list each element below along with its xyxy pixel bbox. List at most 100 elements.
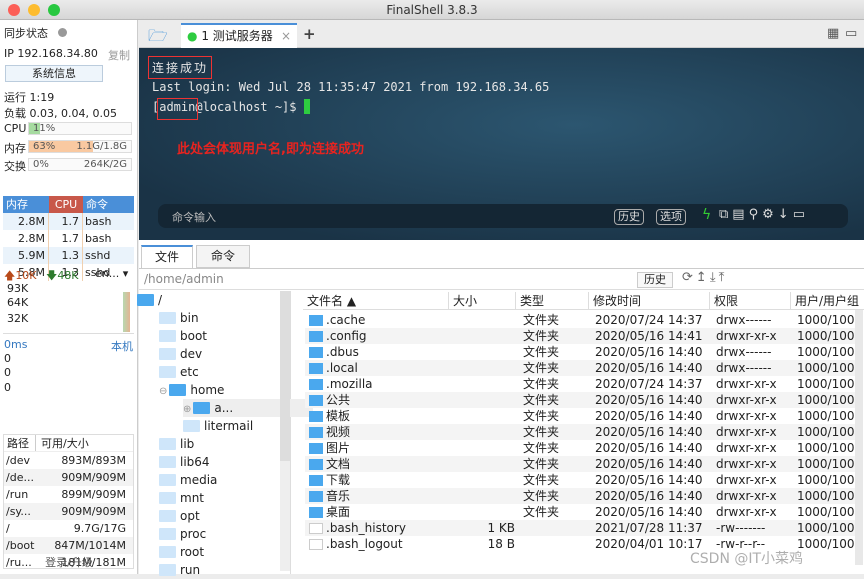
disk-row[interactable]: /sy... 909M/909M [4, 503, 133, 520]
disk-row[interactable]: /dev 893M/893M [4, 452, 133, 469]
process-row[interactable]: 2.8M 1.7 bash [3, 230, 134, 247]
disk-row[interactable]: /de... 909M/909M [4, 469, 133, 486]
expand-icon[interactable]: ⊕ [183, 404, 191, 415]
upload-icon[interactable]: ⤒ [719, 270, 728, 285]
tree-item[interactable]: bin [159, 309, 199, 327]
command-input-bar[interactable]: 命令输入 历史 选项 ϟ ⧉▤⚲⚙↓▭ [158, 204, 848, 228]
tree-item[interactable]: ⊖ home [159, 381, 224, 399]
file-row[interactable]: 视频 文件夹 2020/05/16 14:40 drwxr-xr-x 1000/100 [305, 424, 855, 440]
tree-item[interactable]: mnt [159, 489, 204, 507]
tree-label: run [180, 563, 201, 577]
disk-header-size[interactable]: 可用/大小 [36, 435, 89, 451]
file-list-scrollbar[interactable] [855, 310, 863, 565]
tree-item[interactable]: etc [159, 363, 199, 381]
tree-item[interactable]: dev [159, 345, 202, 363]
disk-row[interactable]: / 9.7G/17G [4, 520, 133, 537]
lightning-icon[interactable]: ϟ [702, 207, 711, 223]
parent-dir-icon[interactable]: ↥ [696, 270, 710, 285]
file-row[interactable]: 文档 文件夹 2020/05/16 14:40 drwxr-xr-x 1000/100 [305, 456, 855, 472]
tree-item[interactable]: run [159, 561, 200, 579]
file-cell: 1000/100 [797, 441, 855, 455]
proc-header-cpu[interactable]: CPU [49, 196, 83, 213]
cpu-usage-bar: 11% [28, 122, 132, 135]
tree-item[interactable]: lib64 [159, 453, 210, 471]
tree-item[interactable]: proc [159, 525, 206, 543]
tree-item[interactable]: lib [159, 435, 194, 453]
file-row[interactable]: 下载 文件夹 2020/05/16 14:40 drwxr-xr-x 1000/100 [305, 472, 855, 488]
tree-item[interactable]: / [137, 291, 162, 309]
file-row[interactable]: .dbus 文件夹 2020/05/16 14:40 drwx------ 1000/1… [305, 344, 855, 360]
search-icon[interactable]: ⚲ [749, 207, 763, 222]
file-cell: 18 B [487, 537, 515, 551]
layout-grid-icon[interactable]: ▦ [827, 26, 839, 41]
column-header[interactable]: 大小 [449, 292, 516, 310]
file-row[interactable]: 音乐 文件夹 2020/05/16 14:40 drwxr-xr-x 1000/100 [305, 488, 855, 504]
tree-item[interactable]: root [159, 543, 204, 561]
disk-header-path[interactable]: 路径 [4, 435, 36, 451]
gear-icon[interactable]: ⚙ [762, 207, 778, 222]
process-row[interactable]: 2.8M 1.7 bash [3, 213, 134, 230]
download-icon[interactable]: ⤓ [710, 270, 719, 285]
tree-label: a... [214, 401, 234, 415]
new-tab-button[interactable]: + [303, 25, 316, 43]
tree-scrollbar[interactable] [280, 291, 290, 571]
file-cell: 2020/05/16 14:40 [595, 505, 703, 519]
arrow-down-icon[interactable]: ↓ [778, 207, 793, 222]
process-row[interactable]: 5.9M 1.3 sshd [3, 247, 134, 264]
file-cell: drwx------ [716, 313, 772, 327]
file-cell: 2021/07/28 11:37 [595, 521, 703, 535]
file-row[interactable]: .mozilla 文件夹 2020/07/24 14:37 drwxr-xr-x 100… [305, 376, 855, 392]
proc-header-cmd[interactable]: 命令 [83, 196, 108, 213]
tab-files[interactable]: 文件 [141, 245, 193, 268]
maximize-window-button[interactable] [48, 4, 60, 16]
file-row[interactable]: .local 文件夹 2020/05/16 14:40 drwx------ 1000/… [305, 360, 855, 376]
ping-host[interactable]: 本机 [111, 338, 133, 354]
tree-item[interactable]: boot [159, 327, 207, 345]
path-input[interactable]: /home/admin [144, 272, 224, 286]
tab-commands[interactable]: 命令 [196, 245, 250, 268]
command-input[interactable]: 命令输入 [172, 209, 216, 225]
file-row[interactable]: 模板 文件夹 2020/05/16 14:40 drwxr-xr-x 1000/100 [305, 408, 855, 424]
network-interface-select[interactable]: en... ▾ [95, 267, 128, 280]
fullscreen-icon[interactable]: ▭ [845, 26, 857, 41]
folder-icon [159, 474, 176, 486]
tab-test-server[interactable]: ● 1 测试服务器 × [181, 23, 297, 48]
tree-item[interactable]: media [159, 471, 217, 489]
disk-row[interactable]: /boot 847M/1014M [4, 537, 133, 554]
column-header[interactable]: 文件名 ▲ [303, 292, 449, 310]
disk-row[interactable]: /run 899M/909M [4, 486, 133, 503]
file-row[interactable]: 图片 文件夹 2020/05/16 14:40 drwxr-xr-x 1000/100 [305, 440, 855, 456]
column-header[interactable]: 用户/用户组 [791, 292, 864, 310]
column-header[interactable]: 类型 [516, 292, 589, 310]
file-row[interactable]: .config 文件夹 2020/05/16 14:41 drwxr-xr-x 1000… [305, 328, 855, 344]
close-window-button[interactable] [8, 4, 20, 16]
tree-item[interactable]: litermail [183, 417, 253, 435]
path-bar: /home/admin 历史 ⟳↥⤓⤒ [139, 268, 864, 290]
file-row[interactable]: .bash_history 1 KB 2021/07/28 11:37 -rw----… [305, 520, 855, 536]
file-cell: drwx------ [716, 361, 772, 375]
window-icon[interactable]: ▭ [793, 207, 809, 222]
column-header[interactable]: 修改时间 [589, 292, 710, 310]
file-row[interactable]: 桌面 文件夹 2020/05/16 14:40 drwxr-xr-x 1000/100 [305, 504, 855, 520]
options-button[interactable]: 选项 [656, 209, 686, 225]
tree-label: litermail [204, 419, 254, 433]
copy-ip-button[interactable]: 复制 [108, 47, 130, 63]
file-row[interactable]: .cache 文件夹 2020/07/24 14:37 drwx------ 1000/… [305, 312, 855, 328]
collapse-icon[interactable]: ⊖ [159, 386, 167, 397]
login-upgrade-button[interactable]: 登录/升级 [0, 554, 138, 570]
copy-icon[interactable]: ⧉ [719, 207, 732, 222]
column-header[interactable]: 权限 [710, 292, 791, 310]
system-info-button[interactable]: 系统信息 [5, 65, 103, 82]
paste-icon[interactable]: ▤ [732, 207, 748, 222]
file-cell: 文件夹 [523, 441, 560, 455]
terminal-line: Last login: Wed Jul 28 11:35:47 2021 fro… [152, 80, 550, 94]
history-button[interactable]: 历史 [614, 209, 644, 225]
close-tab-icon[interactable]: × [281, 25, 291, 47]
path-history-button[interactable]: 历史 [637, 272, 673, 288]
tree-item[interactable]: opt [159, 507, 200, 525]
tree-item[interactable]: ⊕ a... [183, 399, 313, 417]
file-row[interactable]: 公共 文件夹 2020/05/16 14:40 drwxr-xr-x 1000/100 [305, 392, 855, 408]
minimize-window-button[interactable] [28, 4, 40, 16]
proc-header-mem[interactable]: 内存 [3, 196, 49, 213]
refresh-icon[interactable]: ⟳ [682, 270, 696, 285]
